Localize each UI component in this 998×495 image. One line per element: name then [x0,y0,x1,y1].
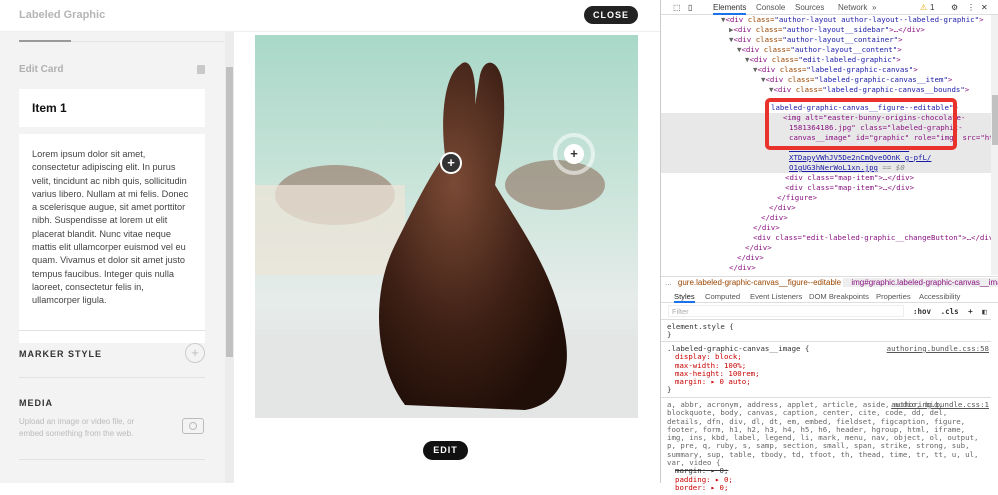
tab-indicator [19,40,224,42]
trash-icon[interactable] [197,65,205,74]
crumb-figure[interactable]: gure.labeled-graphic-canvas__figure--edi… [678,278,841,287]
highlight-box [765,98,957,150]
camera-icon[interactable] [182,418,204,434]
dom-node[interactable]: </div> [661,213,991,223]
dom-node[interactable]: ▼<div class="labeled-graphic-canvas"> [661,65,991,75]
style-tools: :hov .cls + ◧ [913,307,987,316]
dom-node[interactable]: </figure> [661,193,991,203]
app-window: Labeled Graphic CLOSE Edit Card Item 1 L… [0,0,660,483]
selector: element.style { [667,322,734,331]
new-rule-button[interactable]: + [968,307,973,316]
tab-properties[interactable]: Properties [876,292,911,301]
dom-node[interactable]: ▼<div class="author-layout author-layout… [661,15,991,25]
warning-count: 1 [930,3,935,12]
divider [19,377,205,378]
dom-node[interactable]: ▼<div class="labeled-graphic-canvas__ite… [661,75,991,85]
css-property[interactable]: margin: ▸ 0 auto; [667,377,985,386]
chocolate-bunny-illustration [255,62,638,418]
marker-label: + [564,144,584,164]
tab-network[interactable]: Network [838,3,867,12]
dom-node[interactable]: ▶<div class="author-layout__sidebar">…</… [661,25,991,35]
dom-node[interactable]: <div class="edit-labeled-graphic__change… [661,233,991,243]
edit-card-heading: Edit Card [19,64,64,75]
settings-icon[interactable]: ⚙ [951,3,958,12]
app-title: Labeled Graphic [19,9,106,21]
tab-accessibility[interactable]: Accessibility [919,292,960,301]
tab-styles[interactable]: Styles [674,292,695,303]
css-property[interactable]: border: ▸ 0; [667,483,985,492]
tab-computed[interactable]: Computed [705,292,740,301]
rule-source-link[interactable]: authoring.bundle.css:58 [887,344,989,353]
dom-node[interactable]: ▼<div class="author-layout__content"> [661,45,991,55]
warning-icon[interactable]: ⚠ [920,3,927,12]
tab-elements[interactable]: Elements [713,3,747,15]
brace: } [667,330,672,340]
inspect-icon[interactable]: ⬚ [673,3,681,12]
devtools-toolbar: ⬚ ▯ Elements Console Sources Network » ⚠… [661,0,998,15]
dom-node[interactable]: <div class="map-item">…</div> [661,173,991,183]
close-devtools-icon[interactable]: ✕ [981,3,988,12]
styles-filter-input[interactable]: Filter [668,305,904,317]
divider [19,330,205,331]
brace: } [667,385,672,395]
devtools-panel: ⬚ ▯ Elements Console Sources Network » ⚠… [660,0,998,492]
dom-node[interactable]: <div class="map-item">…</div> [661,183,991,193]
css-rule-image: authoring.bundle.css:58 .labeled-graphic… [661,341,991,398]
divider [19,459,205,460]
more-icon[interactable]: ⋮ [967,3,975,12]
edit-button[interactable]: EDIT [423,441,468,460]
dom-node[interactable]: </div> [661,243,991,253]
tab-dom-breakpoints[interactable]: DOM Breakpoints [809,292,869,301]
media-label: MEDIA [19,398,53,408]
element-style-rule: element.style { } [661,319,991,343]
styles-tabs: Styles Computed Event Listeners DOM Brea… [661,289,998,303]
hov-toggle[interactable]: :hov [913,307,931,316]
dom-node[interactable]: ▼<div class="labeled-graphic-canvas__bou… [661,85,991,95]
more-tabs[interactable]: » [872,3,876,12]
top-bar: Labeled Graphic CLOSE [0,0,660,32]
close-button[interactable]: CLOSE [584,6,638,24]
map-marker-1[interactable]: + [440,152,462,174]
dom-node[interactable]: </div> [661,223,991,233]
selector: a, abbr, acronym, address, applet, artic… [667,400,979,468]
sidebar-scrollbar[interactable] [225,32,234,483]
map-marker-2[interactable]: + [553,133,595,175]
device-toggle-icon[interactable]: ▯ [688,3,692,12]
toggle-sidebar-icon[interactable]: ◧ [982,307,987,316]
item-body-field[interactable]: Lorem ipsum dolor sit amet, consectetur … [19,134,205,343]
media-description: Upload an image or video file, or embed … [19,417,135,438]
sidebar: Edit Card Item 1 Lorem ipsum dolor sit a… [0,32,234,483]
rule-source-link[interactable]: authoring.bundle.css:1 [891,400,989,409]
crumb-more[interactable]: ... [661,278,676,287]
dom-node[interactable]: ▼<div class="author-layout__container"> [661,35,991,45]
tab-console[interactable]: Console [756,3,785,12]
dom-node[interactable]: </div> [661,203,991,213]
graphic-image [255,35,638,418]
marker-style-label: MARKER STYLE [19,349,103,359]
css-rule-reset: authoring.bundle.css:1 a, abbr, acronym,… [661,397,991,495]
dom-node[interactable]: </div> [661,263,991,273]
breadcrumb: ... gure.labeled-graphic-canvas__figure-… [661,276,998,288]
item-title-field[interactable]: Item 1 [19,89,205,127]
dom-node[interactable]: </div> [661,253,991,263]
dom-tree-scrollbar[interactable] [991,15,998,275]
dom-node[interactable]: ▼<div class="edit-labeled-graphic"> [661,55,991,65]
tab-sources[interactable]: Sources [795,3,824,12]
tab-event-listeners[interactable]: Event Listeners [750,292,802,301]
crumb-img[interactable]: img#graphic.labeled-graphic-canvas__imag… [843,278,998,287]
cls-toggle[interactable]: .cls [941,307,959,316]
add-marker-style-icon[interactable]: + [185,343,205,363]
